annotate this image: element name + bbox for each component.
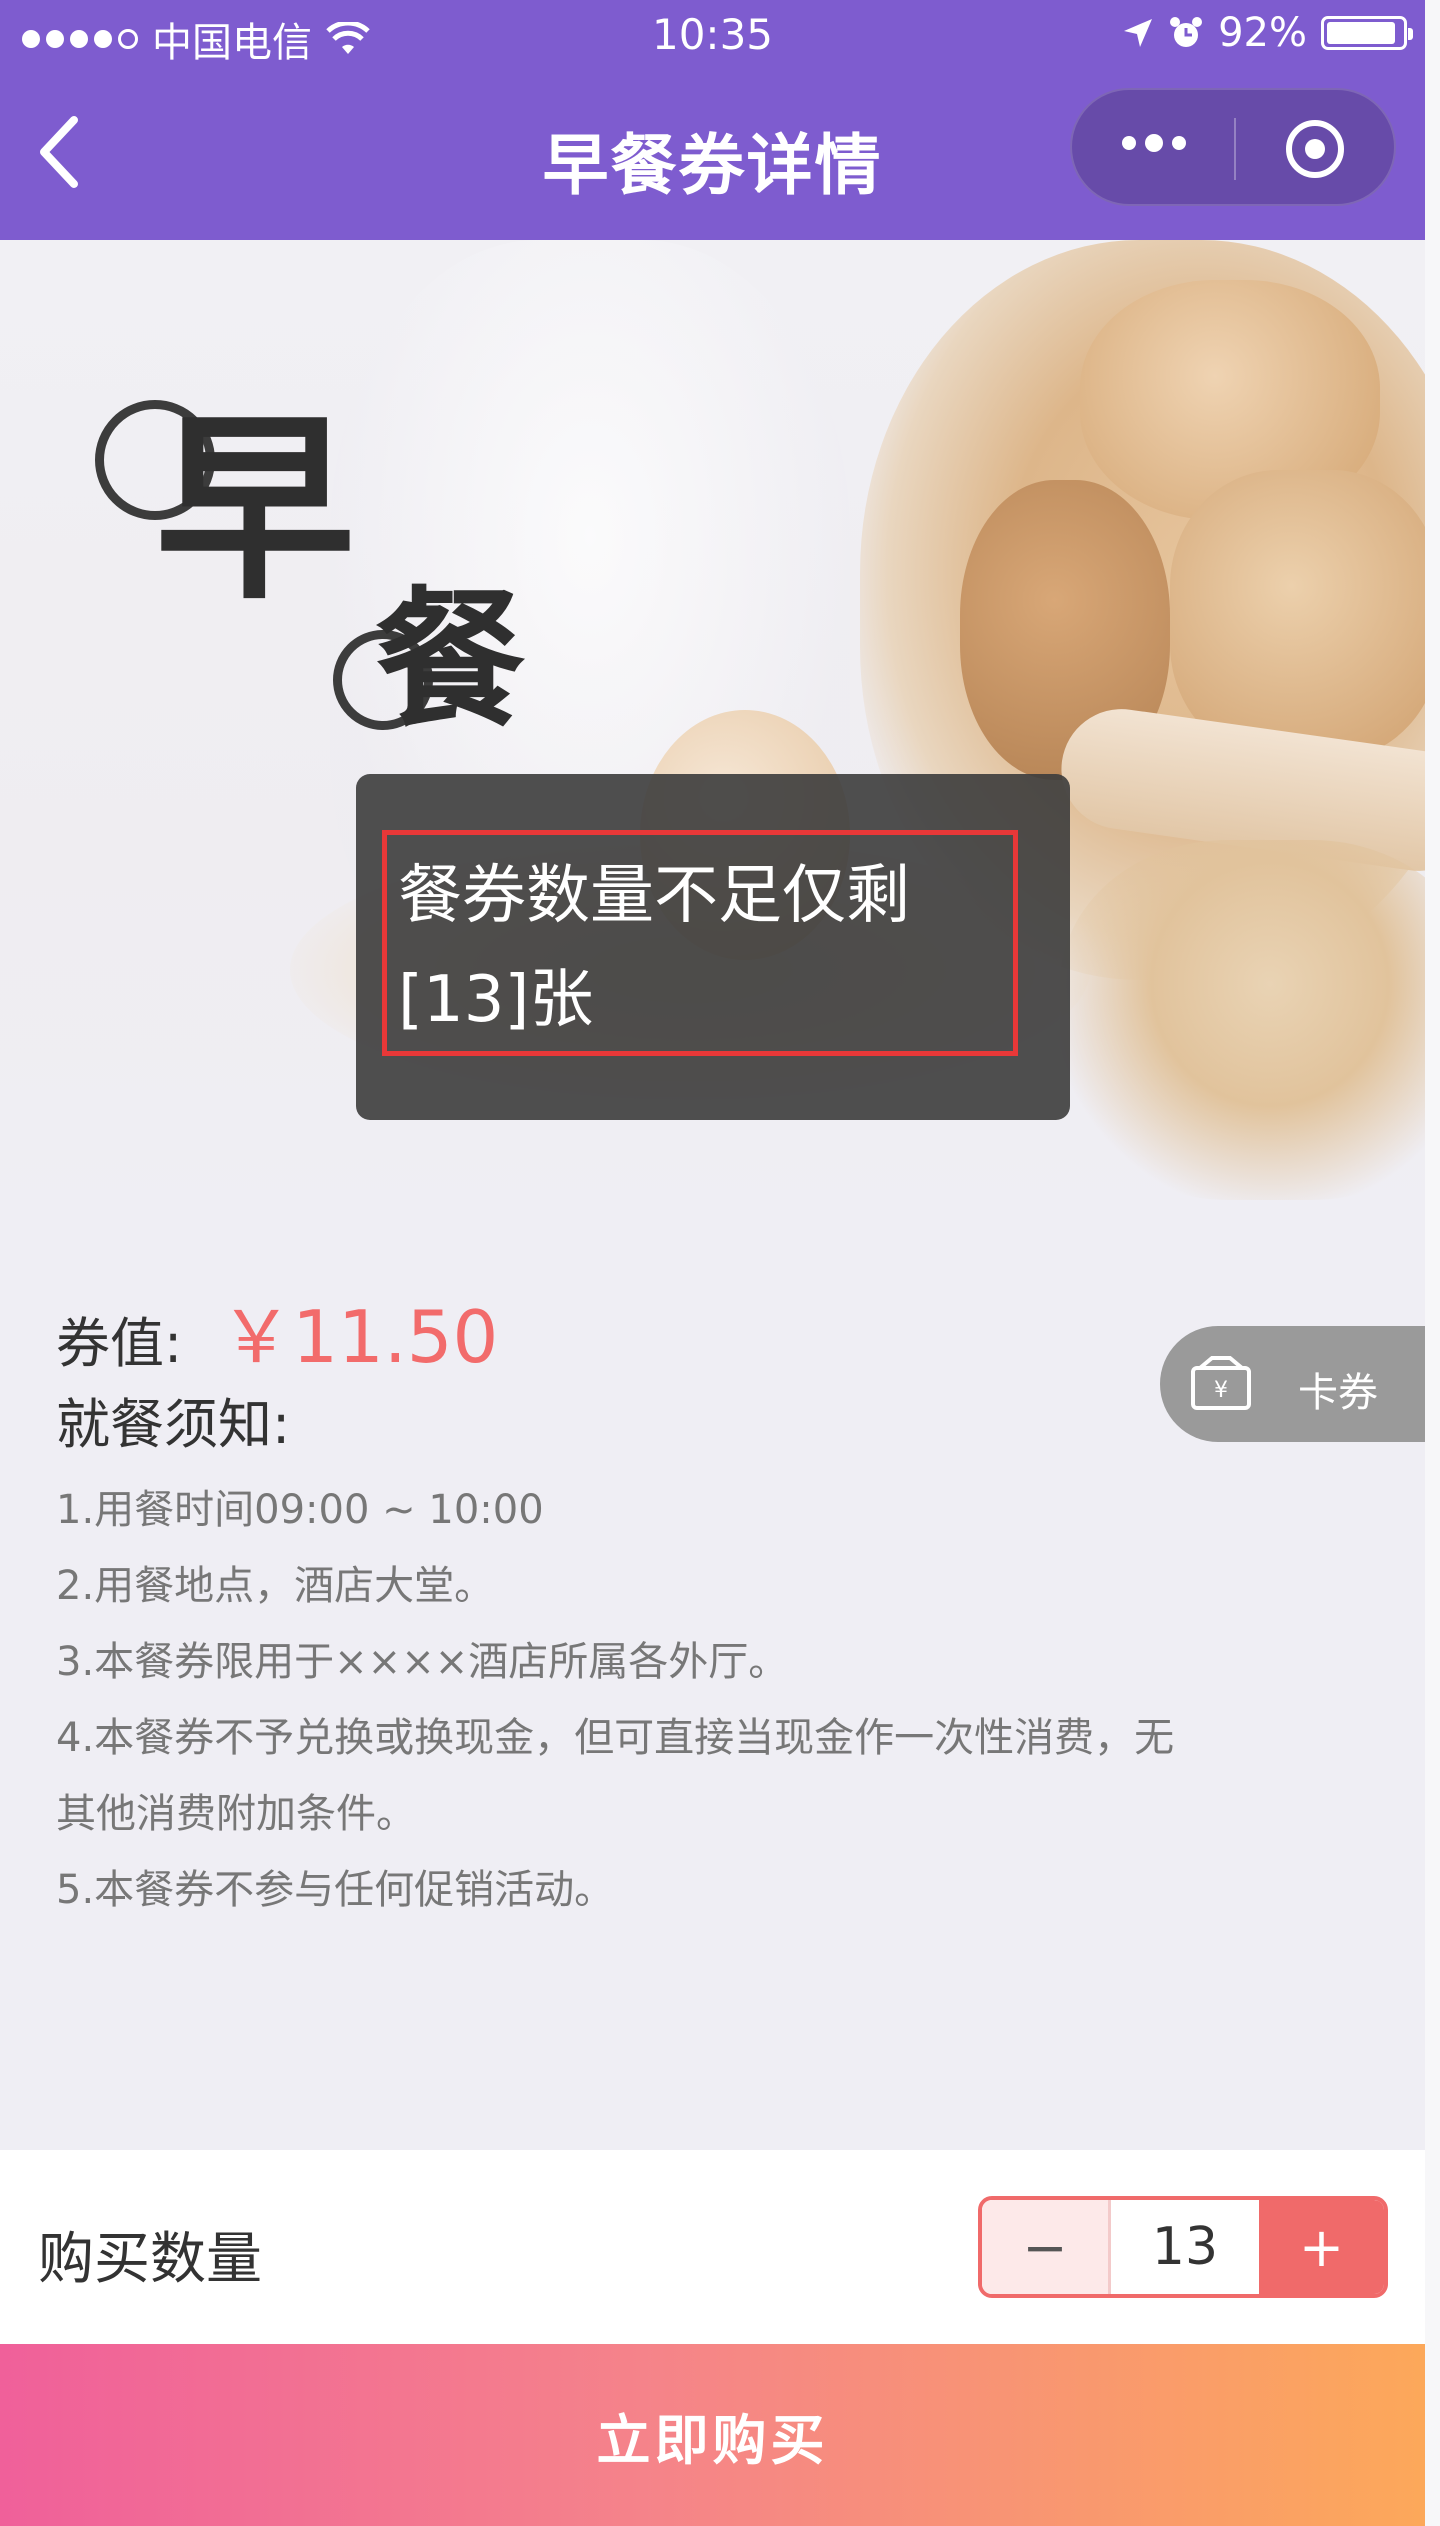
battery-percent: 92% bbox=[1218, 10, 1307, 56]
quantity-stepper: − 13 + bbox=[978, 2196, 1388, 2298]
notice-item: 3.本餐券限用于××××酒店所属各外厅。 bbox=[56, 1639, 789, 1685]
notice-item: 2.用餐地点，酒店大堂。 bbox=[56, 1563, 495, 1609]
toast-line: 餐券数量不足仅剩 bbox=[398, 859, 910, 933]
wheat-image bbox=[1060, 840, 1425, 1200]
calligraphy-char: 早 bbox=[155, 392, 356, 627]
notice-item: 5.本餐券不参与任何促销活动。 bbox=[56, 1867, 615, 1913]
price-label: 券值: bbox=[56, 1312, 183, 1375]
notice-item: 其他消费附加条件。 bbox=[56, 1791, 416, 1837]
status-bar: 中国电信 10:35 92% bbox=[0, 0, 1425, 70]
notice-item: 4.本餐券不予兑换或换现金，但可直接当现金作一次性消费，无 bbox=[56, 1715, 1175, 1761]
notice-list: 1.用餐时间09:00 ~ 10:00 2.用餐地点，酒店大堂。 3.本餐券限用… bbox=[56, 1472, 1356, 1928]
bread-image bbox=[1170, 470, 1425, 760]
alarm-icon bbox=[1170, 17, 1203, 47]
battery-icon bbox=[1321, 16, 1413, 50]
status-right: 92% bbox=[1122, 10, 1413, 56]
capsule-divider bbox=[1234, 118, 1236, 180]
card-coupon-tab[interactable]: ¥ 卡券 bbox=[1160, 1326, 1430, 1442]
calligraphy-char: 餐 bbox=[375, 572, 526, 748]
notice-title: 就餐须知: bbox=[56, 1393, 291, 1456]
buy-now-button[interactable]: 立即购买 bbox=[0, 2344, 1425, 2526]
battery-fill bbox=[1327, 22, 1396, 44]
breakfast-calligraphy-logo: 早 餐 bbox=[90, 390, 590, 810]
coupon-wallet-icon: ¥ bbox=[1191, 1356, 1251, 1410]
card-tab-label: 卡券 bbox=[1298, 1370, 1378, 1416]
svg-text:¥: ¥ bbox=[1214, 1378, 1228, 1403]
location-arrow-icon bbox=[1124, 19, 1153, 47]
increase-button[interactable]: + bbox=[1259, 2200, 1384, 2294]
toast-message: 餐券数量不足仅剩 [13]张 bbox=[356, 774, 1070, 1120]
price-value: ￥11.50 bbox=[220, 1295, 499, 1379]
toast-text: 餐券数量不足仅剩 [13]张 bbox=[398, 844, 998, 1052]
close-target-icon[interactable] bbox=[1286, 120, 1344, 178]
quantity-label: 购买数量 bbox=[38, 2227, 262, 2292]
more-icon[interactable] bbox=[1122, 134, 1186, 152]
price-row: 券值: ￥11.50 bbox=[56, 1278, 498, 1383]
quantity-input[interactable]: 13 bbox=[1108, 2200, 1259, 2294]
notice-item: 1.用餐时间09:00 ~ 10:00 bbox=[56, 1487, 544, 1533]
mini-program-capsule bbox=[1070, 88, 1396, 206]
toast-line: [13]张 bbox=[398, 963, 594, 1037]
quantity-bar: 购买数量 − 13 + bbox=[0, 2150, 1425, 2344]
decrease-button[interactable]: − bbox=[982, 2200, 1108, 2294]
screen-edge bbox=[1425, 0, 1440, 2526]
nav-bar: 早餐券详情 bbox=[0, 70, 1425, 240]
